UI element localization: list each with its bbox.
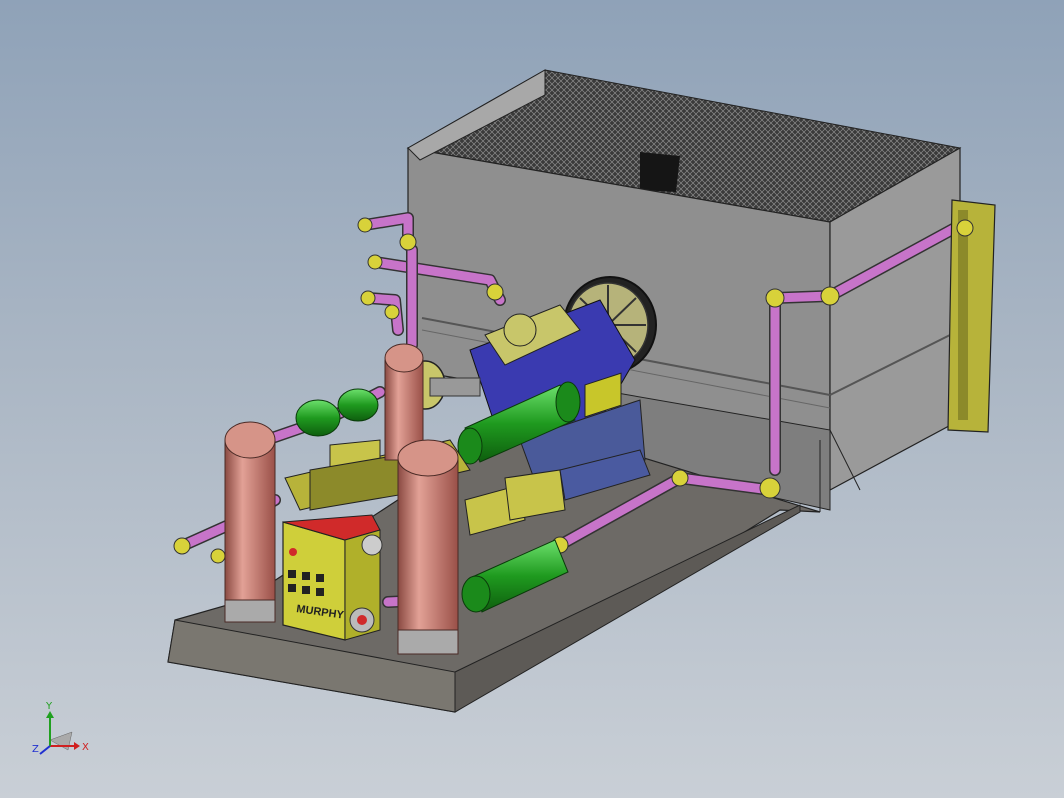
model-render[interactable]: MURPHY	[0, 0, 1064, 798]
control-panel: MURPHY	[282, 514, 383, 641]
y-axis-label: Y	[45, 701, 53, 712]
coordinate-triad: X Y Z	[32, 701, 89, 755]
cad-viewport[interactable]: MURPHY X Y Z	[0, 0, 1064, 798]
z-axis-label: Z	[32, 744, 39, 755]
x-axis-arrowhead-icon	[74, 742, 80, 750]
triad-plane-icon	[49, 731, 73, 751]
z-axis-arrow-icon	[39, 745, 51, 755]
y-axis-arrowhead-icon	[46, 711, 54, 718]
x-axis-label: X	[82, 742, 89, 753]
cooler-column	[947, 199, 996, 433]
